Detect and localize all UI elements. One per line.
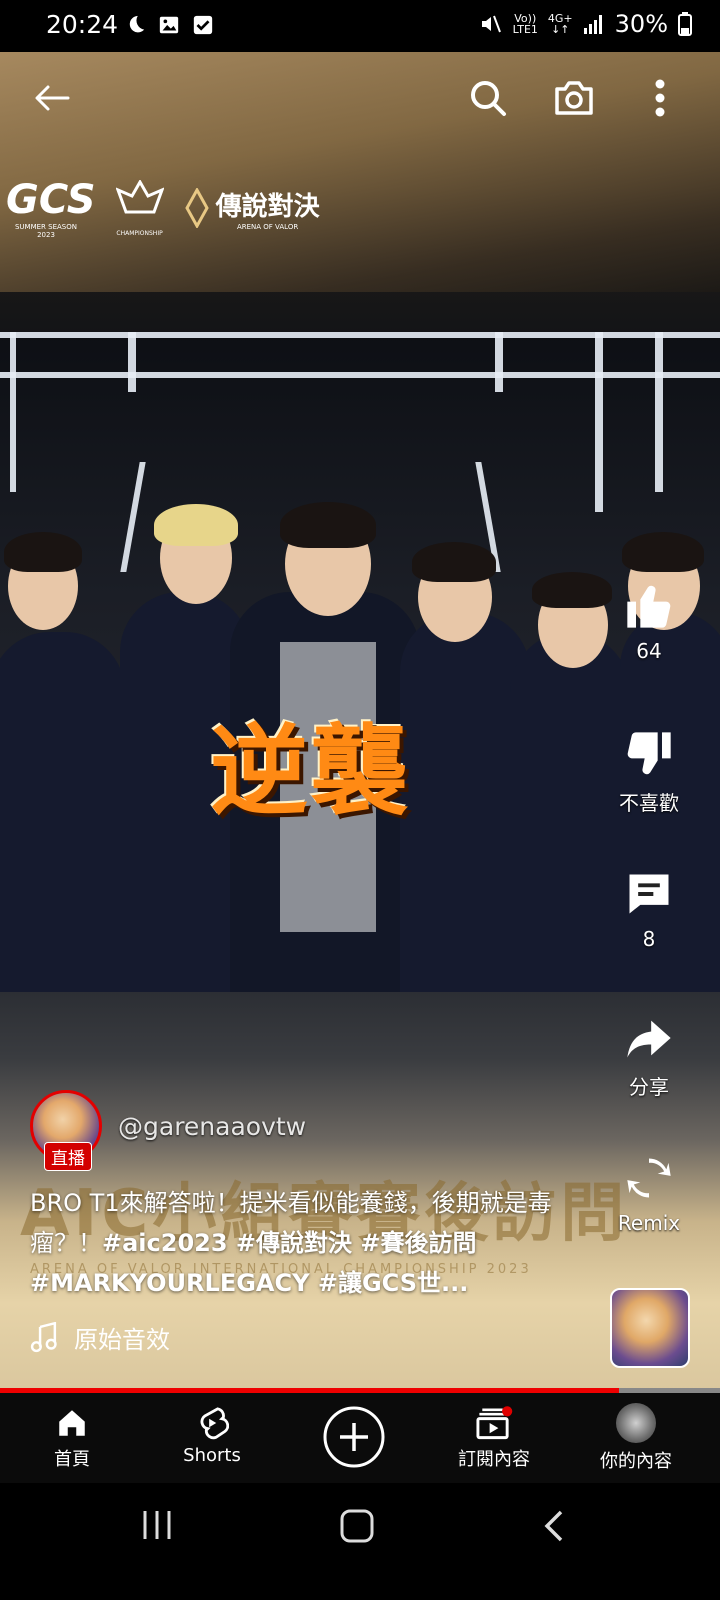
camera-button[interactable] xyxy=(546,70,602,126)
original-audio-link[interactable]: 原始音效 xyxy=(30,1320,170,1355)
dislike-label: 不喜歡 xyxy=(619,791,679,815)
status-system-icons: Vo)) LTE1 4G+ ↓↑ 30% xyxy=(479,10,692,38)
create-plus-icon xyxy=(323,1406,385,1468)
status-notification-icons xyxy=(124,14,214,36)
video-overlay-title: 逆襲 xyxy=(210,715,411,829)
comment-icon xyxy=(629,874,669,914)
recent-apps-button[interactable] xyxy=(132,1505,182,1545)
check-box-icon xyxy=(193,15,213,35)
volte-indicator: Vo)) LTE1 xyxy=(512,12,538,36)
battery-percent: 30% xyxy=(614,10,668,38)
home-system-button[interactable] xyxy=(334,1503,380,1549)
live-badge: 直播 xyxy=(44,1142,92,1171)
mute-icon xyxy=(481,15,501,33)
chevron-left-icon xyxy=(544,1510,563,1542)
arrow-left-icon xyxy=(35,85,70,111)
system-navigation-bar xyxy=(0,1483,720,1600)
video-caption[interactable]: BRO T1來解答啦！提米看似能養錢，後期就是毒瘤？！#aic2023 #傳說對… xyxy=(30,1183,590,1303)
comments-button[interactable]: 8 xyxy=(584,868,714,951)
recent-apps-icon xyxy=(143,1511,171,1539)
nav-you[interactable]: 你的內容 xyxy=(564,1393,708,1483)
search-button[interactable] xyxy=(460,70,516,126)
share-arrow-icon xyxy=(627,1020,671,1058)
channel-handle[interactable]: @garenaaovtw xyxy=(118,1112,306,1141)
data-indicator: 4G+ ↓↑ xyxy=(547,12,573,36)
share-label: 分享 xyxy=(629,1075,669,1099)
thumbs-down-icon xyxy=(627,732,671,775)
back-button[interactable] xyxy=(20,74,84,122)
dislike-button[interactable]: 不喜歡 xyxy=(584,728,714,816)
comment-count: 8 xyxy=(642,927,656,951)
shorts-icon xyxy=(200,1407,229,1440)
gcs-logo: GCS SUMMER SEASON 2023 xyxy=(6,177,96,239)
channel-avatar-button[interactable]: 直播 xyxy=(30,1090,102,1171)
camera-icon xyxy=(555,81,593,115)
status-time: 20:24 xyxy=(46,10,119,39)
nav-subscriptions[interactable]: 訂閱內容 xyxy=(422,1393,566,1483)
status-bar: 20:24 Vo)) LTE1 4G+ ↓↑ 30% xyxy=(0,0,720,52)
home-square-icon xyxy=(340,1509,374,1543)
event-logos: GCS SUMMER SEASON 2023 CHAMPIONSHIP 傳說對決… xyxy=(0,177,320,239)
share-button[interactable]: 分享 xyxy=(584,1012,714,1100)
top-bar xyxy=(0,52,720,142)
thumbs-up-icon xyxy=(627,585,671,628)
sound-thumbnail[interactable] xyxy=(610,1288,690,1368)
search-icon xyxy=(471,81,506,116)
nav-home[interactable]: 首頁 xyxy=(0,1393,144,1483)
championship-logo: CHAMPIONSHIP xyxy=(114,178,165,237)
remix-button[interactable]: Remix xyxy=(584,1152,714,1235)
image-icon xyxy=(159,16,179,34)
like-button[interactable]: 64 xyxy=(584,580,714,663)
home-icon xyxy=(59,1410,85,1436)
battery-icon xyxy=(678,12,692,36)
audio-label: 原始音效 xyxy=(74,1326,170,1354)
remix-icon xyxy=(627,1158,671,1198)
avatar-icon xyxy=(616,1403,656,1443)
more-vertical-icon xyxy=(655,79,665,117)
remix-label: Remix xyxy=(617,1211,681,1235)
signal-icon xyxy=(583,15,602,34)
like-count: 64 xyxy=(636,639,662,663)
subscriptions-icon xyxy=(476,1406,513,1440)
moon-icon xyxy=(129,15,145,33)
bottom-navigation: 首頁 Shorts 訂閱內容 你的內容 xyxy=(0,1393,720,1483)
music-note-icon xyxy=(30,1321,57,1352)
nav-shorts[interactable]: Shorts xyxy=(140,1393,284,1483)
aov-logo: 傳說對決 ARENA OF VALOR xyxy=(184,186,320,231)
nav-create[interactable] xyxy=(282,1393,426,1483)
more-options-button[interactable] xyxy=(640,70,680,126)
back-system-button[interactable] xyxy=(534,1503,574,1549)
